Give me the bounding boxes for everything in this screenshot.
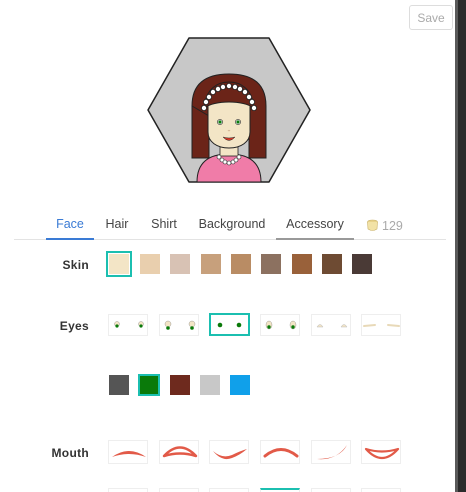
editor-tabs: Face Hair Shirt Background Accessory 129 — [14, 211, 446, 240]
eye-color-swatch[interactable] — [138, 374, 160, 396]
skin-swatch[interactable] — [292, 254, 312, 274]
skin-swatch[interactable] — [106, 251, 132, 277]
skin-swatch[interactable] — [322, 254, 342, 274]
mouth-style-frown[interactable] — [108, 440, 148, 464]
eye-color-swatch[interactable] — [109, 375, 129, 395]
skin-swatch[interactable] — [261, 254, 281, 274]
skin-swatch[interactable] — [201, 254, 221, 274]
window-edge — [455, 0, 466, 492]
next-option[interactable] — [108, 488, 148, 492]
eye-style-big[interactable] — [260, 314, 300, 336]
next-option-selected[interactable] — [260, 488, 300, 492]
skin-swatch[interactable] — [231, 254, 251, 274]
mouth-style-smirk[interactable] — [311, 440, 351, 464]
skin-swatch[interactable] — [352, 254, 372, 274]
tab-face[interactable]: Face — [46, 211, 94, 240]
mouth-style-open-frown[interactable] — [159, 440, 199, 464]
eye-color-swatch[interactable] — [170, 375, 190, 395]
tab-shirt[interactable]: Shirt — [147, 211, 181, 240]
coin-balance: 129 — [366, 211, 403, 240]
mouth-style-arch[interactable] — [260, 440, 300, 464]
mouth-style-wave[interactable] — [209, 440, 249, 464]
eye-style-dot[interactable] — [108, 314, 148, 336]
next-option[interactable] — [361, 488, 401, 492]
eye-style-line[interactable] — [361, 314, 401, 336]
avatar-preview — [146, 36, 312, 184]
eye-style-round[interactable] — [159, 314, 199, 336]
eye-color-swatch[interactable] — [230, 375, 250, 395]
eye-color-swatch[interactable] — [200, 375, 220, 395]
skin-swatch[interactable] — [140, 254, 160, 274]
skin-label: Skin — [62, 258, 89, 272]
mouth-style-grin[interactable] — [361, 440, 401, 464]
eye-style-closed[interactable] — [311, 314, 351, 336]
tab-background[interactable]: Background — [197, 211, 267, 240]
eye-style-pupil[interactable] — [209, 313, 250, 336]
next-option[interactable] — [209, 488, 249, 492]
save-button[interactable]: Save — [409, 5, 453, 30]
mouth-label: Mouth — [51, 446, 89, 460]
coin-pot-icon — [367, 219, 378, 231]
coin-count: 129 — [382, 218, 403, 233]
next-option[interactable] — [159, 488, 199, 492]
next-option[interactable] — [311, 488, 351, 492]
avatar-hexagon — [147, 37, 311, 183]
tab-accessory[interactable]: Accessory — [276, 211, 354, 240]
tab-hair[interactable]: Hair — [102, 211, 132, 240]
skin-swatch[interactable] — [170, 254, 190, 274]
eyes-label: Eyes — [59, 319, 89, 333]
